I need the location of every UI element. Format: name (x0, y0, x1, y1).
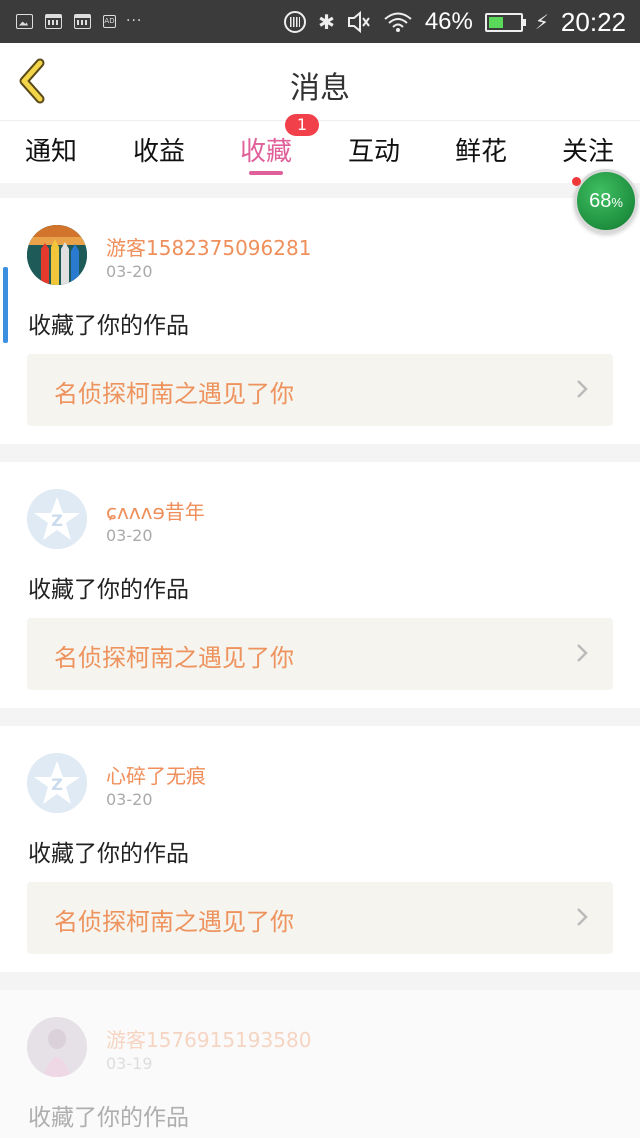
message-date: 03-20 (106, 790, 153, 809)
tab-earnings[interactable]: 收益 (133, 131, 185, 168)
work-title: 名侦探柯南之遇见了你 (54, 908, 294, 936)
svg-text:Z: Z (51, 511, 63, 530)
tab-favorites[interactable]: 收藏 (240, 131, 292, 168)
tab-flowers[interactable]: 鲜花 (455, 131, 507, 168)
avatar[interactable]: Z (27, 489, 87, 549)
avatar[interactable] (27, 225, 87, 285)
message-card: Z 心碎了无痕 03-20 收藏了你的作品 名侦探柯南之遇见了你 (0, 726, 640, 972)
calendar-icon (74, 13, 91, 29)
colored-pencils-icon (27, 225, 87, 285)
progress-value: 68 (589, 190, 612, 212)
notification-dot (572, 177, 581, 186)
work-title: 名侦探柯南之遇见了你 (54, 644, 294, 672)
bluetooth-icon: ✱ (318, 10, 335, 34)
message-card: Z ɕʌʌʌɘ昔年 03-20 收藏了你的作品 名侦探柯南之遇见了你 (0, 462, 640, 708)
progress-unit: % (611, 195, 623, 210)
user-photo-icon (27, 1017, 87, 1077)
active-tab-indicator (249, 171, 283, 175)
status-bar: AD ··· ✱ 46% ⚡ 20:22 (0, 0, 640, 43)
battery-percent: 46% (424, 8, 473, 35)
action-text: 收藏了你的作品 (28, 577, 189, 603)
charging-icon: ⚡ (534, 10, 549, 34)
username[interactable]: 心碎了无痕 (106, 760, 206, 789)
calendar-icon (45, 13, 62, 29)
ad-icon: AD (103, 14, 116, 28)
action-text: 收藏了你的作品 (28, 313, 189, 339)
message-date: 03-20 (106, 262, 153, 281)
mute-icon (347, 11, 370, 33)
progress-widget[interactable]: 68% (574, 169, 638, 233)
chevron-right-icon (577, 908, 588, 926)
work-title: 名侦探柯南之遇见了你 (54, 380, 294, 408)
tab-interactions[interactable]: 互动 (348, 131, 400, 168)
page-title: 消息 (290, 71, 350, 106)
image-icon (16, 13, 33, 29)
work-link[interactable]: 名侦探柯南之遇见了你 (27, 354, 613, 426)
work-link[interactable]: 名侦探柯南之遇见了你 (27, 882, 613, 954)
message-card: 游客1576915193580 03-19 收藏了你的作品 (0, 990, 640, 1138)
username[interactable]: 游客1576915193580 (106, 1024, 311, 1053)
app-header: 消息 (0, 43, 640, 120)
status-bar-system: ✱ 46% ⚡ 20:22 (284, 6, 626, 38)
battery-icon (484, 12, 526, 32)
message-tabs: 通知 收益 收藏 互动 鲜花 关注 (0, 120, 640, 183)
action-text: 收藏了你的作品 (28, 841, 189, 867)
svg-text:Z: Z (51, 775, 63, 794)
scroll-indicator (3, 267, 8, 343)
vibrate-icon (284, 11, 307, 33)
chevron-right-icon (577, 644, 588, 662)
avatar[interactable] (27, 1017, 87, 1077)
unread-badge: 1 (285, 114, 319, 136)
tab-notifications[interactable]: 通知 (25, 131, 77, 168)
tab-following[interactable]: 关注 (562, 131, 614, 168)
more-notifications-icon: ··· (126, 13, 143, 29)
action-text: 收藏了你的作品 (28, 1105, 189, 1131)
username[interactable]: 游客1582375096281 (106, 232, 311, 261)
avatar[interactable]: Z (27, 753, 87, 813)
username[interactable]: ɕʌʌʌɘ昔年 (106, 496, 205, 525)
message-date: 03-19 (106, 1054, 153, 1073)
wifi-icon (384, 12, 412, 32)
message-card: 游客1582375096281 03-20 收藏了你的作品 名侦探柯南之遇见了你 (0, 198, 640, 444)
default-avatar-icon: Z (27, 753, 87, 813)
status-bar-notifications: AD ··· (16, 13, 142, 29)
chevron-right-icon (577, 380, 588, 398)
message-date: 03-20 (106, 526, 153, 545)
clock: 20:22 (560, 6, 626, 37)
work-link[interactable]: 名侦探柯南之遇见了你 (27, 618, 613, 690)
default-avatar-icon: Z (27, 489, 87, 549)
